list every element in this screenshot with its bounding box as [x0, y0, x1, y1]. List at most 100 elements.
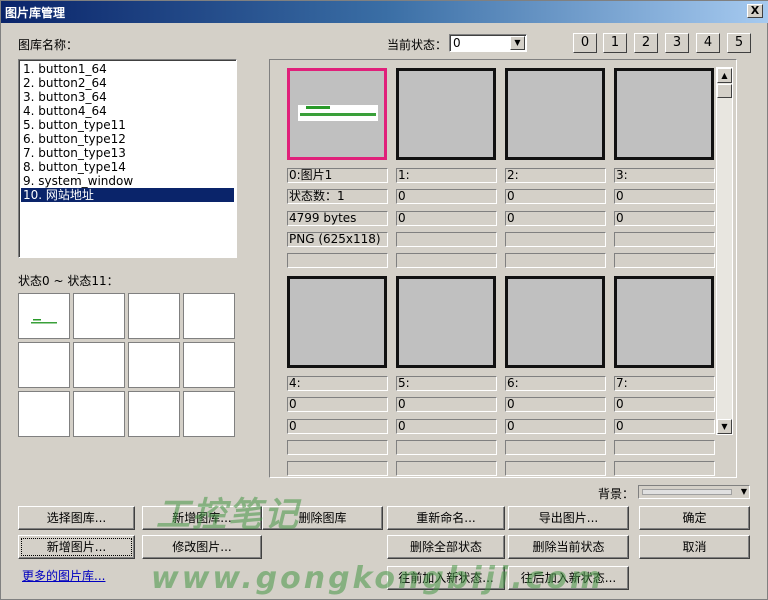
- image-extra-field: [287, 461, 388, 476]
- image-extra-field: [614, 253, 715, 268]
- image-extra-field: [505, 253, 606, 268]
- state-thumbnail[interactable]: [183, 391, 235, 437]
- insert-state-after-button[interactable]: 往后加入新状态...: [508, 566, 629, 590]
- image-preview[interactable]: [396, 68, 496, 160]
- library-list-item[interactable]: 6. button_type12: [21, 132, 234, 146]
- state-thumbnail[interactable]: [73, 293, 125, 339]
- image-size-field: 0: [505, 419, 606, 434]
- image-format-field: [396, 440, 497, 455]
- image-index-field: 7:: [614, 376, 715, 391]
- image-extra-field: [396, 461, 497, 476]
- image-preview[interactable]: [287, 68, 387, 160]
- state-thumbnail[interactable]: [128, 342, 180, 388]
- image-preview[interactable]: [614, 276, 714, 368]
- library-list-item[interactable]: 3. button3_64: [21, 90, 234, 104]
- chevron-down-icon[interactable]: ▼: [510, 36, 525, 50]
- state-thumbnail[interactable]: [18, 342, 70, 388]
- image-extra-field: [505, 461, 606, 476]
- image-format-field: [396, 232, 497, 247]
- state-thumbnail[interactable]: [73, 342, 125, 388]
- state-button[interactable]: 4: [696, 33, 720, 53]
- image-index-field: 6:: [505, 376, 606, 391]
- image-extra-field: [396, 253, 497, 268]
- current-state-label: 当前状态：: [387, 38, 448, 52]
- background-label: 背景：: [598, 487, 635, 501]
- delete-library-button[interactable]: 删除图库: [262, 506, 383, 530]
- image-state-count-field: 0: [614, 397, 715, 412]
- more-libraries-link[interactable]: 更多的图片库...: [22, 567, 105, 584]
- current-state-select[interactable]: 0 ▼: [449, 34, 527, 52]
- image-state-count-field: 0: [614, 189, 715, 204]
- image-index-field: 2:: [505, 168, 606, 183]
- image-index-field: 1:: [396, 168, 497, 183]
- image-size-field: 4799 bytes: [287, 211, 388, 226]
- select-library-button[interactable]: 选择图库...: [18, 506, 135, 530]
- image-size-field: 0: [614, 419, 715, 434]
- cancel-button[interactable]: 取消: [639, 535, 750, 559]
- image-index-field: 0:图片1: [287, 168, 388, 183]
- image-state-count-field: 状态数：1: [287, 189, 388, 204]
- image-index-field: 5:: [396, 376, 497, 391]
- new-image-button[interactable]: 新增图片...: [18, 535, 135, 559]
- image-preview[interactable]: [396, 276, 496, 368]
- scroll-up-icon[interactable]: ▲: [717, 68, 732, 83]
- image-format-field: [505, 440, 606, 455]
- current-state-value: 0: [453, 36, 461, 50]
- rename-button[interactable]: 重新命名...: [387, 506, 505, 530]
- state-button[interactable]: 3: [665, 33, 689, 53]
- image-state-count-field: 0: [287, 397, 388, 412]
- image-index-field: 3:: [614, 168, 715, 183]
- state-thumbnail[interactable]: [18, 293, 70, 339]
- scrollbar-thumb[interactable]: [717, 84, 732, 98]
- state-button[interactable]: 5: [727, 33, 751, 53]
- library-list-item[interactable]: 4. button4_64: [21, 104, 234, 118]
- library-list-item[interactable]: 8. button_type14: [21, 160, 234, 174]
- insert-state-before-button[interactable]: 往前加入新状态...: [387, 566, 505, 590]
- ok-button[interactable]: 确定: [639, 506, 750, 530]
- scroll-down-icon[interactable]: ▼: [717, 419, 732, 434]
- image-state-count-field: 0: [505, 189, 606, 204]
- state-button[interactable]: 2: [634, 33, 658, 53]
- state-thumbnail[interactable]: [18, 391, 70, 437]
- image-size-field: 0: [505, 211, 606, 226]
- state-thumbnail[interactable]: [183, 342, 235, 388]
- image-extra-field: [614, 461, 715, 476]
- state-thumbnail[interactable]: [128, 391, 180, 437]
- new-library-button[interactable]: 新增图库...: [142, 506, 262, 530]
- image-size-field: 0: [614, 211, 715, 226]
- library-list-item[interactable]: 2. button2_64: [21, 76, 234, 90]
- state-thumbnail[interactable]: [128, 293, 180, 339]
- library-list-item[interactable]: 1. button1_64: [21, 62, 234, 76]
- close-button[interactable]: X: [747, 4, 763, 18]
- library-name-label: 图库名称：: [18, 38, 79, 52]
- background-select[interactable]: ▼: [638, 485, 750, 499]
- image-preview[interactable]: [505, 276, 605, 368]
- modify-image-button[interactable]: 修改图片...: [142, 535, 262, 559]
- image-grid-scrollbar[interactable]: ▲ ▼: [716, 67, 733, 435]
- library-list-item[interactable]: 10. 网站地址: [21, 188, 234, 202]
- image-preview[interactable]: [614, 68, 714, 160]
- state-thumbnail[interactable]: [183, 293, 235, 339]
- thumbnail-picture: [31, 314, 57, 324]
- state-thumbnails: [18, 293, 236, 441]
- library-list-item[interactable]: 5. button_type11: [21, 118, 234, 132]
- state-button[interactable]: 0: [573, 33, 597, 53]
- delete-current-state-button[interactable]: 删除当前状态: [508, 535, 629, 559]
- image-preview[interactable]: [287, 276, 387, 368]
- state-button[interactable]: 1: [603, 33, 627, 53]
- state-thumbnail[interactable]: [73, 391, 125, 437]
- image-size-field: 0: [396, 419, 497, 434]
- delete-all-states-button[interactable]: 删除全部状态: [387, 535, 505, 559]
- dialog-window: 图片库管理 X 图库名称： 1. button1_64 2. button2_64…: [0, 0, 768, 600]
- image-format-field: [287, 440, 388, 455]
- library-listbox[interactable]: 1. button1_64 2. button2_64 3. button3_64 4…: [18, 59, 237, 258]
- title-bar[interactable]: 图片库管理 X: [1, 1, 768, 23]
- image-format-field: [505, 232, 606, 247]
- image-preview[interactable]: [505, 68, 605, 160]
- library-list-item[interactable]: 7. button_type13: [21, 146, 234, 160]
- library-list-item[interactable]: 9. system_window: [21, 174, 234, 188]
- background-swatch: [642, 489, 732, 495]
- export-image-button[interactable]: 导出图片...: [508, 506, 629, 530]
- chevron-down-icon: ▼: [740, 487, 747, 496]
- image-index-field: 4:: [287, 376, 388, 391]
